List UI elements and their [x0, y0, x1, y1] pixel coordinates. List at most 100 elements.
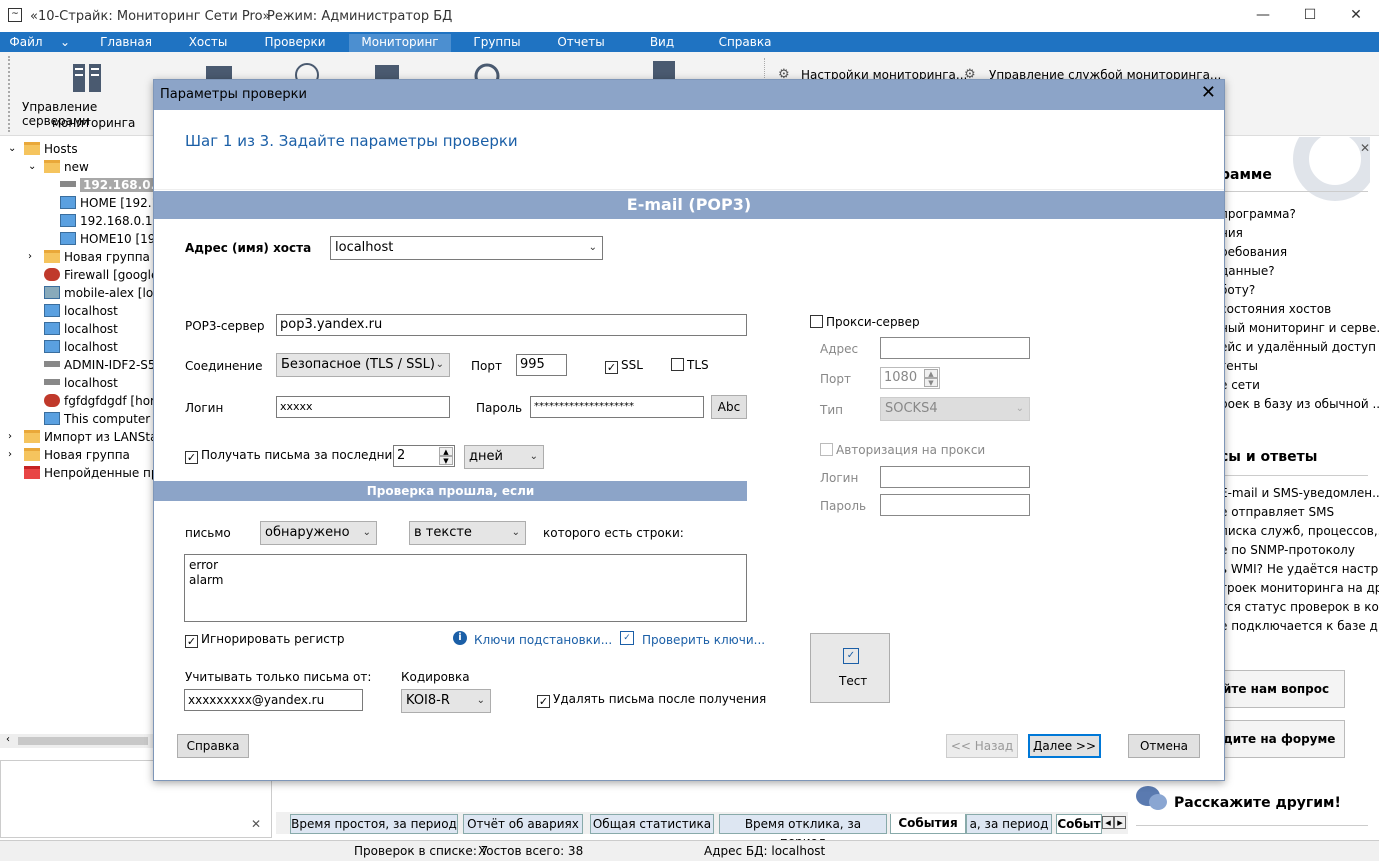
menu-monitoring[interactable]: Мониторинг — [349, 34, 451, 52]
close-panel-icon[interactable]: ✕ — [251, 817, 261, 831]
tree-item-host[interactable]: fgfdgfdgdf [hom — [44, 392, 162, 410]
faq-link[interactable]: е отправляет SMS — [1220, 505, 1334, 519]
show-password-button[interactable]: Abc — [711, 395, 747, 419]
tree-item-new[interactable]: new — [44, 158, 89, 176]
tab-failures[interactable]: Отчёт об авариях — [463, 814, 583, 834]
test-button[interactable]: ✓ Тест — [810, 633, 890, 703]
faq-link[interactable]: трoек мониторинга на др... — [1220, 581, 1379, 595]
proxy-password-input[interactable] — [880, 494, 1030, 516]
close-icon[interactable]: ✕ — [1333, 0, 1379, 32]
spinner-arrows-icon[interactable]: ▲ ▼ — [439, 447, 453, 465]
collapse-icon[interactable]: › — [8, 428, 12, 446]
login-input[interactable]: xxxxx — [276, 396, 450, 418]
scroll-left-icon[interactable]: ‹ — [6, 734, 10, 745]
help-link[interactable]: состояния хостов — [1220, 302, 1331, 316]
proxy-address-input[interactable] — [880, 337, 1030, 359]
expand-icon[interactable]: ⌄ — [28, 158, 36, 176]
tree-item-group[interactable]: Новая группа — [24, 446, 130, 464]
faq-link[interactable]: писка служб, процессов,... — [1220, 524, 1379, 538]
tab-events[interactable]: События — [890, 814, 966, 834]
tab-response-time[interactable]: Время отклика, за период — [719, 814, 887, 849]
proxy-port-stepper[interactable]: 1080 ▲ ▼ — [880, 367, 940, 389]
tree-item-host[interactable]: localhost — [44, 338, 118, 356]
menu-hosts[interactable]: Хосты — [176, 34, 240, 52]
pop3-server-input[interactable]: pop3.yandex.ru — [276, 314, 747, 336]
from-input[interactable]: xxxxxxxxx@yandex.ru — [184, 689, 363, 711]
faq-link[interactable]: E-mail и SMS-уведомлен... — [1220, 486, 1379, 500]
menu-help[interactable]: Справка — [713, 34, 777, 52]
next-button[interactable]: Далее >> — [1028, 734, 1101, 758]
spinner-arrows-icon[interactable]: ▲ ▼ — [924, 369, 938, 387]
help-link[interactable]: ный мониторинг и серве... — [1220, 321, 1379, 335]
collapse-icon[interactable]: › — [8, 446, 12, 464]
tree-item-failed[interactable]: Непройденные про — [24, 464, 166, 482]
proxy-type-select[interactable]: SOCKS4 ⌄ — [880, 397, 1030, 421]
forum-button[interactable]: дите на форуме — [1218, 720, 1345, 758]
recent-checkbox[interactable]: ✓ Получать письма за последние — [185, 448, 400, 464]
proxy-login-input[interactable] — [880, 466, 1030, 488]
tab-period[interactable]: а, за период — [966, 814, 1052, 834]
tree-item-host[interactable]: HOME10 [192 — [60, 230, 163, 248]
help-link[interactable]: е сети — [1220, 378, 1260, 392]
menu-dropdown-icon[interactable]: ⌄ — [56, 34, 74, 52]
cancel-button[interactable]: Отмена — [1128, 734, 1200, 758]
proxy-checkbox[interactable]: Прокси-сервер — [810, 315, 920, 329]
help-link[interactable]: ребования — [1220, 245, 1287, 259]
ignore-case-checkbox[interactable]: ✓ Игнорировать регистр — [185, 632, 344, 648]
tab-scroll-left-icon[interactable]: ◂ — [1102, 816, 1114, 829]
faq-link[interactable]: е подключается к базе д... — [1220, 619, 1379, 633]
proxy-auth-checkbox[interactable]: Авторизация на прокси — [820, 443, 985, 457]
encoding-select[interactable]: KOI8-R ⌄ — [401, 689, 491, 713]
faq-link[interactable]: е по SNMP-протоколу — [1220, 543, 1355, 557]
collapse-icon[interactable]: › — [28, 248, 32, 266]
help-link[interactable]: ейс и удалённый доступ — [1220, 340, 1376, 354]
ask-question-button[interactable]: йте нам вопрос — [1218, 670, 1345, 708]
help-button[interactable]: Справка — [177, 734, 249, 758]
found-select[interactable]: обнаружено ⌄ — [260, 521, 377, 545]
substitution-keys-link[interactable]: Ключи подстановки... — [474, 633, 612, 647]
search-in-select[interactable]: в тексте ⌄ — [409, 521, 526, 545]
maximize-icon[interactable]: ☐ — [1287, 0, 1333, 32]
scroll-thumb[interactable] — [18, 737, 148, 745]
tree-item-group[interactable]: Новая группа — [44, 248, 150, 266]
servers-button[interactable]: Управление серверами мониторинга — [16, 58, 158, 134]
faq-link[interactable]: тся статус проверок в ко... — [1220, 600, 1379, 614]
tree-item-hosts[interactable]: Hosts — [24, 140, 78, 158]
close-help-icon[interactable]: ✕ — [1360, 141, 1370, 155]
menu-reports[interactable]: Отчеты — [549, 34, 613, 52]
check-keys-link[interactable]: Проверить ключи... — [642, 633, 765, 647]
minimize-icon[interactable]: — — [1240, 0, 1286, 32]
help-link[interactable]: роек в базу из обычной ... — [1220, 397, 1379, 411]
tree-item-host[interactable]: This computer [lo — [44, 410, 169, 428]
tab-scroll-right-icon[interactable]: ▸ — [1114, 816, 1126, 829]
tree-item-host[interactable]: 192.168.0.1 — [60, 176, 167, 194]
menu-home[interactable]: Главная — [94, 34, 158, 52]
days-stepper[interactable]: 2 ▲ ▼ — [393, 445, 455, 467]
tree-item-host[interactable]: mobile-alex [loca — [44, 284, 167, 302]
ssl-checkbox[interactable]: ✓ SSL — [605, 358, 643, 374]
tree-item-host[interactable]: localhost — [44, 320, 118, 338]
delete-after-checkbox[interactable]: ✓ Удалять письма после получения — [537, 692, 766, 708]
tab-downtime[interactable]: Время простоя, за период — [290, 814, 458, 834]
host-select[interactable]: localhost ⌄ — [330, 236, 603, 260]
tree-item-host[interactable]: localhost — [44, 374, 118, 392]
help-link[interactable]: программа? — [1220, 207, 1296, 221]
tree-item-import[interactable]: Импорт из LANState — [24, 428, 170, 446]
tab-statistics[interactable]: Общая статистика — [590, 814, 714, 834]
dialog-close-icon[interactable]: ✕ — [1201, 83, 1216, 103]
tab-events-2[interactable]: Событ — [1056, 814, 1102, 834]
faq-link[interactable]: ь WMI? Не удаётся настр... — [1220, 562, 1379, 576]
tree-item-host[interactable]: ADMIN-IDF2-S58 — [44, 356, 163, 374]
menu-view[interactable]: Вид — [630, 34, 694, 52]
connection-select[interactable]: Безопасное (TLS / SSL) ⌄ — [276, 353, 450, 377]
tree-item-host[interactable]: Firewall [google.c — [44, 266, 169, 284]
tree-item-host[interactable]: 192.168.0.103 — [60, 212, 168, 230]
tls-checkbox[interactable]: TLS — [671, 358, 709, 372]
days-unit-select[interactable]: дней ⌄ — [464, 445, 544, 469]
menu-checks[interactable]: Проверки — [258, 34, 332, 52]
help-link[interactable]: боту? — [1220, 283, 1255, 297]
tell-others-link[interactable]: Расскажите другим! — [1174, 795, 1341, 811]
tree-item-host[interactable]: HOME [192.1 — [60, 194, 159, 212]
port-input[interactable]: 995 — [516, 354, 567, 376]
help-link[interactable]: данные? — [1220, 264, 1275, 278]
